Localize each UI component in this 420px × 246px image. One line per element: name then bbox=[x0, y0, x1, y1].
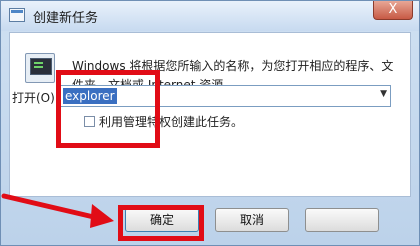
open-combobox[interactable]: explorer ▼ bbox=[59, 85, 391, 107]
window-app-icon bbox=[9, 8, 25, 22]
close-button[interactable]: X bbox=[373, 1, 413, 20]
admin-privilege-checkbox[interactable] bbox=[84, 116, 95, 127]
window-title: 创建新任务 bbox=[33, 11, 99, 26]
open-label: 打开(O): bbox=[12, 91, 59, 105]
run-program-icon bbox=[25, 53, 55, 83]
title-bar[interactable]: 创建新任务 X bbox=[1, 1, 419, 31]
admin-privilege-label: 利用管理特权创建此任务。 bbox=[99, 115, 244, 129]
ok-button[interactable]: 确定 bbox=[125, 208, 199, 232]
dropdown-arrow-icon[interactable]: ▼ bbox=[380, 89, 387, 99]
open-input-value[interactable]: explorer bbox=[63, 88, 117, 104]
pointer-arrow-icon bbox=[1, 193, 114, 228]
cancel-button[interactable]: 取消 bbox=[215, 208, 289, 232]
browse-button[interactable] bbox=[305, 208, 379, 232]
